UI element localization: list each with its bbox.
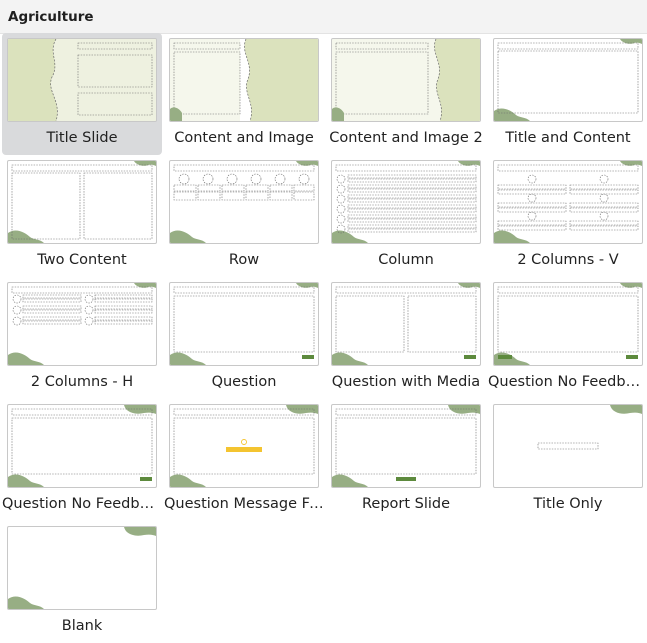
layout-thumbnail — [7, 160, 157, 244]
layout-label: Title and Content — [505, 130, 631, 146]
layout-content-and-image[interactable]: Content and Image — [164, 33, 324, 155]
layout-thumbnail — [169, 282, 319, 366]
layout-title-and-content[interactable]: Title and Content — [488, 33, 647, 155]
layout-thumbnail — [7, 404, 157, 488]
layout-gallery: Title Slide Content and Image Content an… — [2, 33, 647, 640]
layout-thumbnail — [7, 526, 157, 610]
layout-label: Question No Feedba… — [488, 374, 647, 390]
layout-thumbnail — [7, 38, 157, 122]
layout-thumbnail — [169, 160, 319, 244]
layout-question-message-feedback[interactable]: Question Message Fe… — [164, 399, 324, 521]
layout-thumbnail — [331, 282, 481, 366]
layout-label: Content and Image 2 — [329, 130, 483, 146]
layout-label: 2 Columns - H — [30, 374, 134, 390]
layout-thumbnail — [331, 160, 481, 244]
layout-thumbnail — [493, 38, 643, 122]
layout-thumbnail — [493, 282, 643, 366]
layout-label: Question with Media — [331, 374, 481, 390]
layout-2-columns-v[interactable]: 2 Columns - V — [488, 155, 647, 277]
layout-label: Row — [228, 252, 260, 268]
layout-question-no-feedback-2[interactable]: Question No Feedba… — [2, 399, 162, 521]
layout-label: Title Slide — [46, 130, 118, 146]
layout-thumbnail — [331, 38, 481, 122]
layout-two-content[interactable]: Two Content — [2, 155, 162, 277]
layout-label: Question Message Fe… — [164, 496, 324, 512]
layout-row[interactable]: Row — [164, 155, 324, 277]
layout-label: Question — [211, 374, 277, 390]
gallery-header: Agriculture — [0, 0, 647, 34]
layout-thumbnail — [169, 38, 319, 122]
layout-label: Blank — [61, 618, 103, 634]
layout-title-only[interactable]: Title Only — [488, 399, 647, 521]
layout-thumbnail — [493, 160, 643, 244]
theme-title: Agriculture — [8, 9, 94, 25]
layout-question-no-feedback-1[interactable]: Question No Feedba… — [488, 277, 647, 399]
layout-column[interactable]: Column — [326, 155, 486, 277]
layout-2-columns-h[interactable]: 2 Columns - H — [2, 277, 162, 399]
layout-thumbnail — [331, 404, 481, 488]
layout-question-with-media[interactable]: Question with Media — [326, 277, 486, 399]
layout-report-slide[interactable]: Report Slide — [326, 399, 486, 521]
layout-label: Column — [378, 252, 434, 268]
layout-blank[interactable]: Blank — [2, 521, 162, 643]
layout-label: Question No Feedba… — [2, 496, 162, 512]
layout-question[interactable]: Question — [164, 277, 324, 399]
layout-title-slide[interactable]: Title Slide — [2, 33, 162, 155]
layout-label: Two Content — [37, 252, 127, 268]
layout-thumbnail — [7, 282, 157, 366]
layout-label: Title Only — [533, 496, 603, 512]
layout-label: Report Slide — [361, 496, 451, 512]
layout-thumbnail — [493, 404, 643, 488]
layout-thumbnail — [169, 404, 319, 488]
layout-label: Content and Image — [174, 130, 314, 146]
layout-content-and-image-2[interactable]: Content and Image 2 — [326, 33, 486, 155]
layout-label: 2 Columns - V — [517, 252, 619, 268]
